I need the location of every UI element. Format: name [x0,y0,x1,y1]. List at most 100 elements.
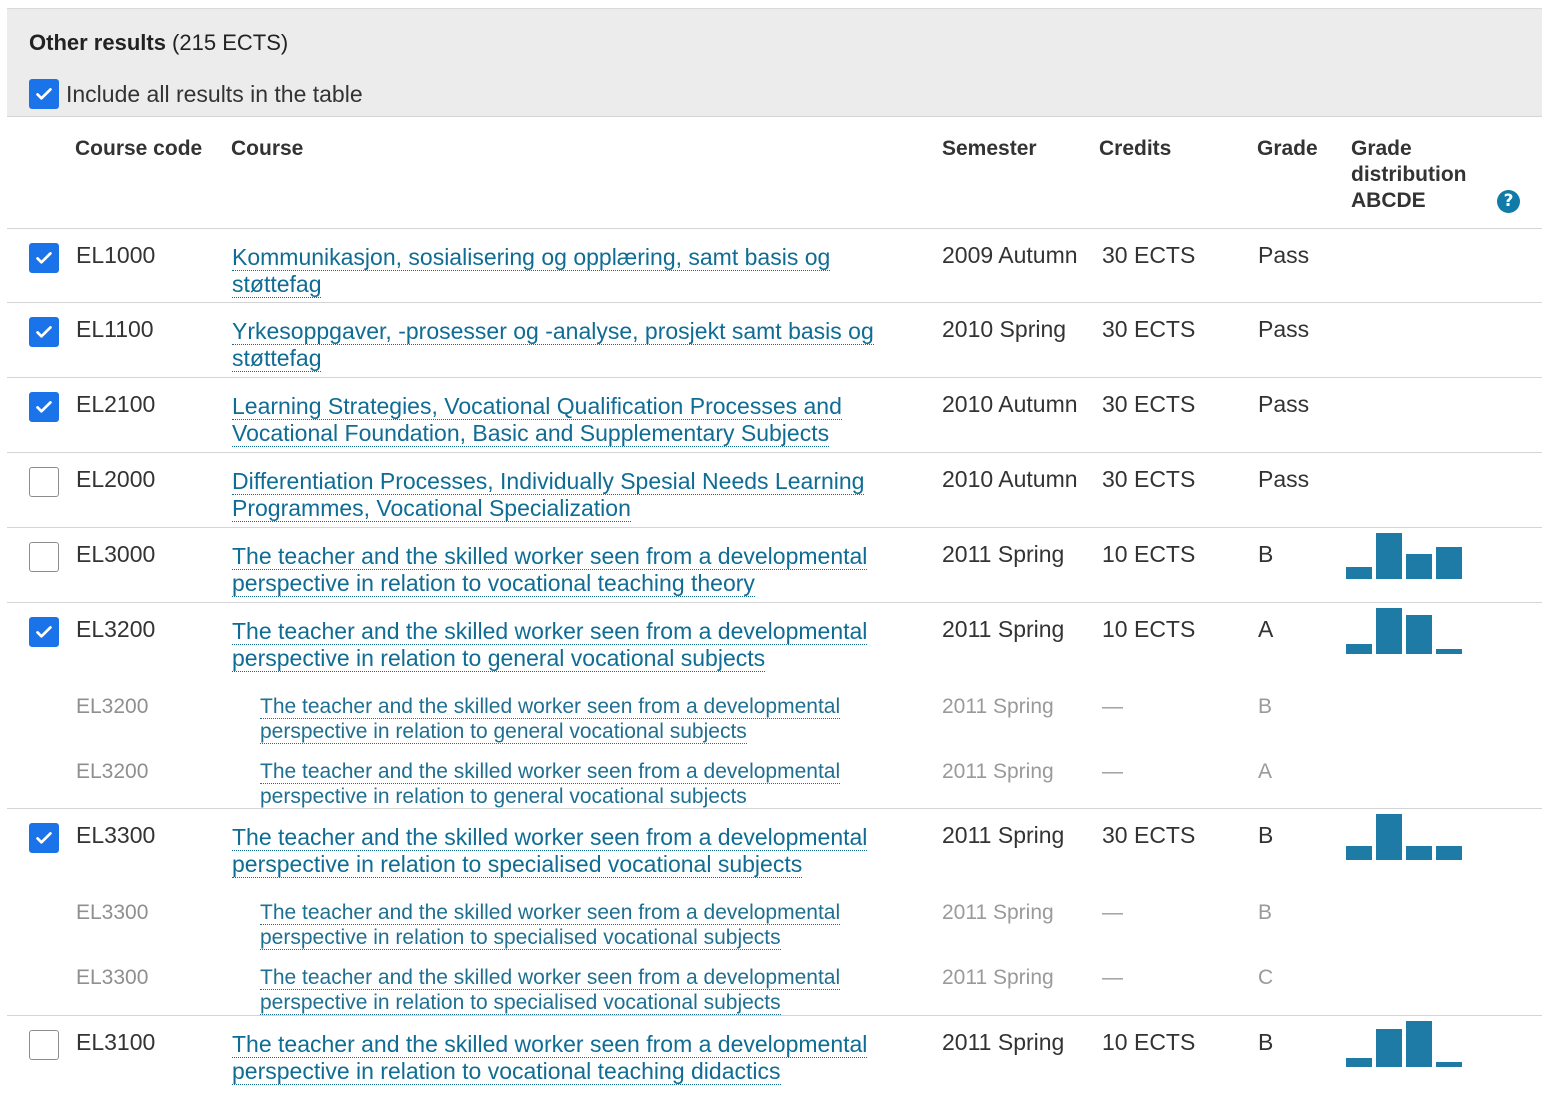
row-checkbox[interactable] [29,243,59,273]
check-icon [36,626,52,638]
course-code: EL2100 [76,391,156,417]
semester: 2011 Spring [942,760,1054,783]
check-icon [36,401,52,413]
course-name[interactable]: The teacher and the skilled worker seen … [260,966,841,1015]
grade-distribution-bar [1346,846,1372,860]
course-name[interactable]: The teacher and the skilled worker seen … [260,760,841,809]
grade-distribution-header-line-1: Grade [1351,137,1412,160]
semester: 2011 Spring [942,966,1054,989]
course-code: EL3200 [76,760,149,783]
course-code: EL3300 [76,966,149,989]
credits: — [1102,966,1123,989]
grade-distribution-header-line-2: distribution [1351,163,1467,186]
course-link[interactable]: Yrkesoppgaver, -prosesser og -analyse, p… [232,318,912,372]
course-name[interactable]: Differentiation Processes, Individually … [232,468,865,522]
course-name[interactable]: Kommunikasjon, sosialisering og opplærin… [232,244,831,298]
check-icon [36,88,52,100]
course-link[interactable]: The teacher and the skilled worker seen … [260,965,900,1015]
grade: B [1258,695,1273,718]
course-name[interactable]: Yrkesoppgaver, -prosesser og -analyse, p… [232,318,874,372]
row-checkbox[interactable] [29,617,59,647]
grade-distribution-bar [1406,615,1432,654]
course-link[interactable]: The teacher and the skilled worker seen … [260,759,900,809]
grade-distribution-bar [1376,1029,1402,1067]
course-name[interactable]: The teacher and the skilled worker seen … [232,1031,868,1085]
row-checkbox[interactable] [29,317,59,347]
credits: 30 ECTS [1102,316,1196,342]
course-link[interactable]: Kommunikasjon, sosialisering og opplærin… [232,244,912,298]
credits: 30 ECTS [1102,822,1196,848]
grade: B [1258,901,1273,924]
column-header-semester: Semester [942,137,1037,160]
course-link[interactable]: Learning Strategies, Vocational Qualific… [232,393,912,447]
credits: — [1102,695,1123,718]
include-all-checkbox[interactable] [29,79,59,109]
semester: 2010 Autumn [942,466,1078,492]
grade-distribution-bar [1406,846,1432,860]
course-code: EL3300 [76,822,156,848]
course-link[interactable]: The teacher and the skilled worker seen … [260,900,900,950]
grade: Pass [1258,391,1310,417]
row-checkbox[interactable] [29,542,59,572]
course-code: EL3000 [76,541,156,567]
grade: A [1258,616,1274,642]
row-checkbox[interactable] [29,1030,59,1060]
grade-distribution-bar [1406,554,1432,579]
credits: — [1102,760,1123,783]
course-name[interactable]: The teacher and the skilled worker seen … [260,695,841,744]
course-code: EL1000 [76,242,156,268]
grade-distribution-bar [1436,846,1462,860]
semester: 2011 Spring [942,695,1054,718]
row-checkbox[interactable] [29,392,59,422]
include-all-label: Include all results in the table [66,80,363,107]
row-checkbox[interactable] [29,467,59,497]
table-row: EL1100 Yrkesoppgaver, -prosesser og -anal… [0,303,1542,377]
column-header-grade-distribution: Grade distribution ABCDE [1351,136,1466,214]
section-title-label: Other results [29,30,166,55]
course-code: EL1100 [76,316,154,342]
semester: 2011 Spring [942,541,1065,567]
course-name[interactable]: The teacher and the skilled worker seen … [232,824,868,878]
course-name[interactable]: The teacher and the skilled worker seen … [232,543,868,597]
table-row: EL3000 The teacher and the skilled worker… [0,528,1542,602]
course-name[interactable]: The teacher and the skilled worker seen … [232,618,868,672]
course-code: EL3100 [76,1029,156,1055]
sub-result-row: EL3200 The teacher and the skilled worker… [0,749,1542,809]
table-row: EL2100 Learning Strategies, Vocational Qu… [0,378,1542,452]
table-row: EL2000 Differentiation Processes, Individ… [0,453,1542,527]
course-name[interactable]: The teacher and the skilled worker seen … [260,901,841,950]
semester: 2011 Spring [942,1029,1065,1055]
course-name[interactable]: Learning Strategies, Vocational Qualific… [232,393,842,447]
column-header-course: Course [231,137,304,160]
semester: 2009 Autumn [942,242,1078,268]
credits: 10 ECTS [1102,616,1196,642]
course-link[interactable]: The teacher and the skilled worker seen … [232,1031,912,1085]
grade-distribution-bar [1346,1058,1372,1067]
check-icon [36,832,52,844]
grade-distribution-bar [1436,649,1462,654]
grade-distribution-bar [1376,533,1402,579]
grade-distribution-bar [1346,644,1372,654]
grade-distribution-bar [1436,1062,1462,1067]
grade-distribution-bar [1406,1021,1432,1067]
include-all-toggle[interactable]: Include all results in the table [29,79,363,109]
grade: Pass [1258,316,1310,342]
grade-distribution-bar [1346,567,1372,579]
course-link[interactable]: The teacher and the skilled worker seen … [232,618,912,672]
course-code: EL3300 [76,901,149,924]
grade-distribution-header-line-3: ABCDE [1351,189,1426,212]
course-link[interactable]: The teacher and the skilled worker seen … [232,543,912,597]
check-icon [36,252,52,264]
course-link[interactable]: Differentiation Processes, Individually … [232,468,912,522]
course-code: EL3200 [76,695,149,718]
course-link[interactable]: The teacher and the skilled worker seen … [260,694,900,744]
grade-distribution-bar [1376,608,1402,654]
grade-distribution-chart [1346,1021,1466,1067]
row-checkbox[interactable] [29,823,59,853]
column-header-credits: Credits [1099,137,1172,160]
table-row: EL3300 The teacher and the skilled worker… [0,809,1542,890]
course-link[interactable]: The teacher and the skilled worker seen … [232,824,912,878]
grade: Pass [1258,242,1310,268]
question-circle-icon[interactable]: ? [1497,190,1520,213]
semester: 2010 Spring [942,316,1067,342]
